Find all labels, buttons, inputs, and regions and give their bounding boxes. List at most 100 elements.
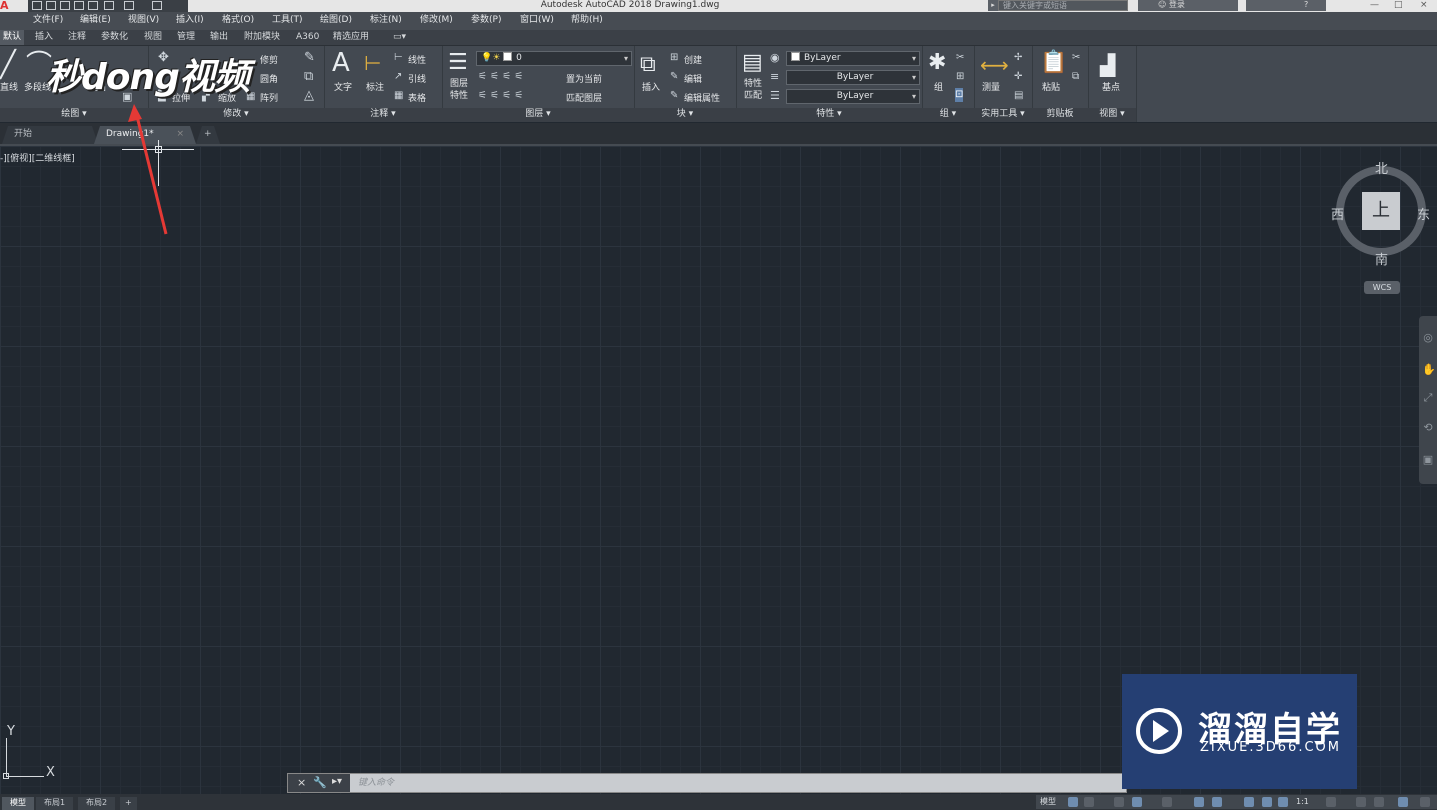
doc-tab-drawing1[interactable]: Drawing1* × — [94, 126, 196, 144]
auto-scale-icon[interactable] — [1262, 797, 1272, 807]
print-icon[interactable] — [104, 1, 114, 10]
make-current-label[interactable]: 置为当前 — [566, 72, 602, 85]
tab-manage[interactable]: 管理 — [177, 30, 195, 45]
viewcube-top-face[interactable]: 上 — [1362, 192, 1400, 230]
gear-icon[interactable] — [1326, 797, 1336, 807]
line-tool-label[interactable]: 直线 — [0, 80, 18, 93]
fillet-label[interactable]: 圆角 — [260, 72, 278, 85]
menu-file[interactable]: 文件(F) — [33, 12, 63, 30]
menu-window[interactable]: 窗口(W) — [520, 12, 554, 30]
signin-button[interactable]: ☺ 登录 — [1138, 0, 1238, 11]
menu-insert[interactable]: 插入(I) — [176, 12, 204, 30]
layout-tab-layout1[interactable]: 布局1 — [36, 797, 74, 810]
search-expand-icon[interactable]: ▸ — [988, 0, 998, 11]
table-label[interactable]: 表格 — [408, 91, 426, 104]
scale-readout[interactable]: 1:1 — [1296, 795, 1309, 809]
group-edit-icon[interactable]: ⊞ — [956, 70, 964, 84]
tab-annotate[interactable]: 注释 — [68, 30, 86, 45]
add-layout-button[interactable]: + — [120, 797, 137, 810]
edit-attr-icon[interactable]: ✎ — [670, 89, 678, 103]
annotation-scale-icon[interactable] — [1278, 797, 1288, 807]
tab-a360[interactable]: A360 — [296, 30, 319, 45]
groups-panel-title[interactable]: 组 ▾ — [922, 108, 974, 122]
block-panel-title[interactable]: 块 ▾ — [634, 108, 736, 122]
draw-panel-title[interactable]: 绘图 ▾ — [0, 108, 148, 122]
base-view-icon[interactable]: ▟ — [1100, 52, 1115, 78]
undo-icon[interactable] — [124, 1, 134, 10]
menu-parametric[interactable]: 参数(P) — [471, 12, 501, 30]
utilities-panel-title[interactable]: 实用工具 ▾ — [974, 108, 1032, 122]
line-tool-icon[interactable]: ╱ — [0, 52, 16, 78]
menu-edit[interactable]: 编辑(E) — [80, 12, 111, 30]
grid-icon[interactable] — [1068, 797, 1078, 807]
menu-format[interactable]: 格式(O) — [222, 12, 254, 30]
group-select-icon[interactable]: ⊡ — [955, 88, 964, 102]
group-label[interactable]: 组 — [934, 80, 943, 93]
trim-label[interactable]: 修剪 — [260, 53, 278, 66]
layer-tools-row2-icon[interactable]: ⚟ ⚟ ⚟ ⚟ — [478, 89, 523, 103]
layer-combo[interactable]: 💡☀ 0 ▾ — [476, 51, 632, 66]
close-icon[interactable]: × — [1420, 0, 1428, 10]
search-input[interactable]: 键入关键字或短语 — [998, 0, 1128, 11]
layout-tab-model[interactable]: 模型 — [2, 797, 34, 810]
compass-north[interactable]: 北 — [1375, 158, 1388, 177]
create-block-label[interactable]: 创建 — [684, 53, 702, 66]
table-icon[interactable]: ▦ — [394, 89, 403, 103]
match-properties-icon[interactable]: ▤ — [742, 50, 763, 76]
maximize-icon[interactable]: □ — [1394, 0, 1403, 10]
leader-label[interactable]: 引线 — [408, 72, 426, 85]
properties-panel-title[interactable]: 特性 ▾ — [736, 108, 922, 122]
osnap-tracking-icon[interactable] — [1194, 797, 1204, 807]
customize-icon[interactable]: 🔧 — [313, 776, 327, 789]
insert-block-label[interactable]: 插入 — [642, 80, 660, 93]
paste-icon[interactable]: 📋 — [1040, 50, 1067, 76]
help-icon[interactable]: ? — [1304, 0, 1308, 9]
save-icon[interactable] — [60, 1, 70, 10]
minimize-icon[interactable]: — — [1370, 0, 1379, 10]
tab-insert[interactable]: 插入 — [35, 30, 53, 45]
edit-attr-label[interactable]: 编辑属性 — [684, 91, 720, 104]
layer-properties-icon[interactable]: ☰ — [448, 50, 468, 76]
menu-help[interactable]: 帮助(H) — [571, 12, 603, 30]
array-label[interactable]: 阵列 — [260, 91, 278, 104]
compass-east[interactable]: 东 — [1417, 204, 1430, 223]
isodraft-icon[interactable] — [1162, 797, 1172, 807]
doc-tab-start[interactable]: 开始 — [2, 126, 98, 144]
model-space-button[interactable]: 模型 — [1040, 795, 1056, 809]
dimension-tool-label[interactable]: 标注 — [366, 80, 384, 93]
new-icon[interactable] — [32, 1, 42, 10]
redo-icon[interactable] — [152, 1, 162, 10]
match-properties-label[interactable]: 特性 匹配 — [744, 78, 762, 102]
app-menu-icon[interactable]: A — [0, 0, 18, 12]
measure-icon[interactable]: ⟷ — [980, 52, 1009, 78]
tab-more[interactable]: ▭▾ — [393, 30, 406, 45]
new-tab-button[interactable]: + — [196, 126, 220, 144]
wcs-menu-button[interactable]: WCS — [1364, 281, 1400, 294]
plus-icon[interactable] — [1356, 797, 1366, 807]
tab-view[interactable]: 视图 — [144, 30, 162, 45]
zoom-extents-icon[interactable]: ⤢ — [1422, 392, 1434, 404]
menu-draw[interactable]: 绘图(D) — [320, 12, 352, 30]
menu-view[interactable]: 视图(V) — [128, 12, 159, 30]
snap-icon[interactable] — [1084, 797, 1094, 807]
base-view-label[interactable]: 基点 — [1102, 80, 1120, 93]
open-icon[interactable] — [46, 1, 56, 10]
insert-block-icon[interactable]: ⧉ — [640, 52, 656, 78]
measure-label[interactable]: 测量 — [982, 80, 1000, 93]
tab-featured-apps[interactable]: 精选应用 — [333, 30, 369, 45]
steering-wheel-icon[interactable]: ◎ — [1422, 332, 1434, 344]
linear-dim-icon[interactable]: ⊢ — [394, 51, 403, 65]
annotation-visibility-icon[interactable] — [1244, 797, 1254, 807]
group-icon[interactable]: ✱ — [928, 50, 946, 76]
command-input[interactable]: 键入命令 — [358, 774, 394, 792]
plot-icon[interactable] — [88, 1, 98, 10]
showmotion-icon[interactable]: ▣ — [1422, 454, 1434, 466]
close-tab-icon[interactable]: × — [176, 126, 184, 143]
modify-panel-title[interactable]: 修改 ▾ — [148, 108, 324, 122]
offset-icon[interactable]: ◬ — [304, 89, 314, 103]
match-layer-label[interactable]: 匹配图层 — [566, 91, 602, 104]
text-tool-icon[interactable]: A — [332, 50, 350, 76]
menu-modify[interactable]: 修改(M) — [420, 12, 453, 30]
view-panel-title[interactable]: 视图 ▾ — [1088, 108, 1136, 122]
clipboard-panel-title[interactable]: 剪贴板 — [1032, 108, 1088, 122]
